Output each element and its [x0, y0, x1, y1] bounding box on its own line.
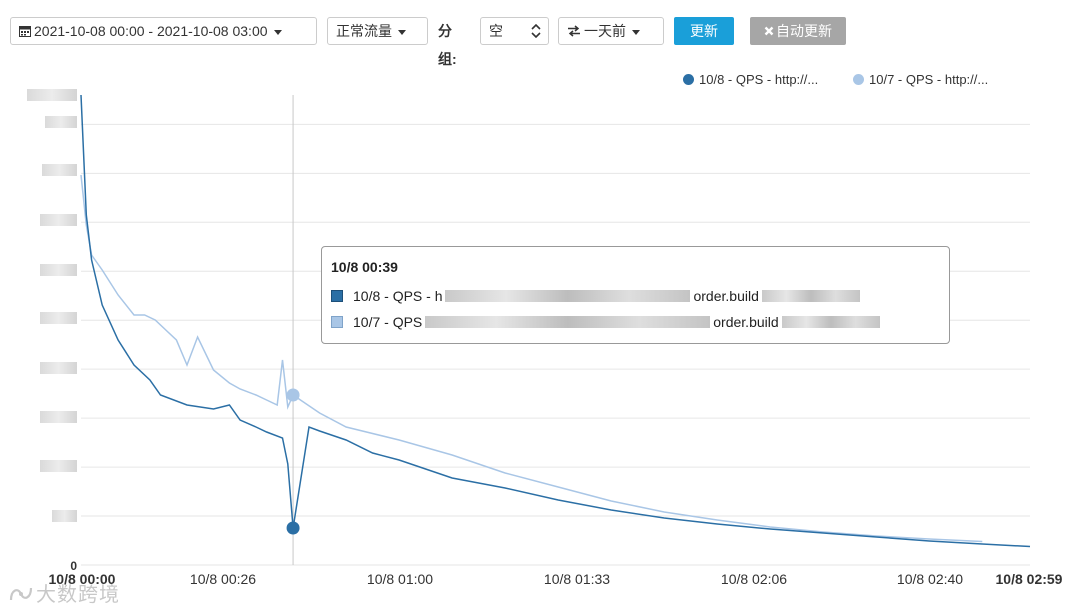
- tooltip-row-yesterday-prefix: 10/7 - QPS: [353, 314, 423, 330]
- x-tick-label: 10/8 02:59: [996, 571, 1063, 587]
- tooltip-row-today-suffix: order.build: [693, 288, 759, 304]
- redacted-text: [445, 290, 691, 302]
- y-tick-label-redacted: [40, 264, 77, 276]
- watermark: 大数跨境: [8, 578, 120, 607]
- y-tick-label-redacted: [45, 116, 77, 128]
- x-tick-label: 10/8 01:33: [544, 571, 610, 587]
- y-tick-label-redacted: [27, 89, 77, 101]
- x-tick-label: 10/8 01:00: [367, 571, 433, 587]
- x-axis-ticks: 10/8 00:00 10/8 00:26 10/8 01:00 10/8 01:33…: [49, 571, 1063, 587]
- y-tick-label-redacted: [40, 411, 77, 423]
- redacted-text: [761, 290, 860, 302]
- tooltip-row-yesterday-suffix: order.build: [713, 314, 779, 330]
- tooltip-row-yesterday: 10/7 - QPS order.build: [331, 314, 883, 330]
- tooltip-row-today: 10/8 - QPS - h order.build: [331, 288, 863, 304]
- tooltip-row-today-prefix: 10/8 - QPS - h: [353, 288, 443, 304]
- y-tick-label-redacted: [40, 460, 77, 472]
- series-line-yesterday[interactable]: [80, 174, 983, 543]
- x-tick-label: 10/8 00:26: [190, 571, 256, 587]
- y-tick-label-redacted: [40, 214, 77, 226]
- redacted-text: [781, 316, 880, 328]
- watermark-text: 大数跨境: [36, 584, 120, 606]
- tooltip-title: 10/8 00:39: [331, 259, 398, 275]
- chart-tooltip: 10/8 00:39 10/8 - QPS - h order.build 10/…: [321, 246, 950, 344]
- hover-point-today: [286, 521, 300, 535]
- hover-point-yesterday: [286, 388, 300, 402]
- y-tick-label-redacted: [40, 362, 77, 374]
- tooltip-swatch-today: [331, 290, 343, 302]
- x-tick-label: 10/8 02:06: [721, 571, 787, 587]
- redacted-text: [425, 316, 711, 328]
- tooltip-swatch-yesterday: [331, 316, 343, 328]
- watermark-logo-icon: [9, 587, 33, 601]
- y-tick-label-redacted: [52, 510, 77, 522]
- x-tick-label: 10/8 02:40: [897, 571, 963, 587]
- y-tick-label-redacted: [40, 312, 77, 324]
- y-tick-label-redacted: [42, 164, 77, 176]
